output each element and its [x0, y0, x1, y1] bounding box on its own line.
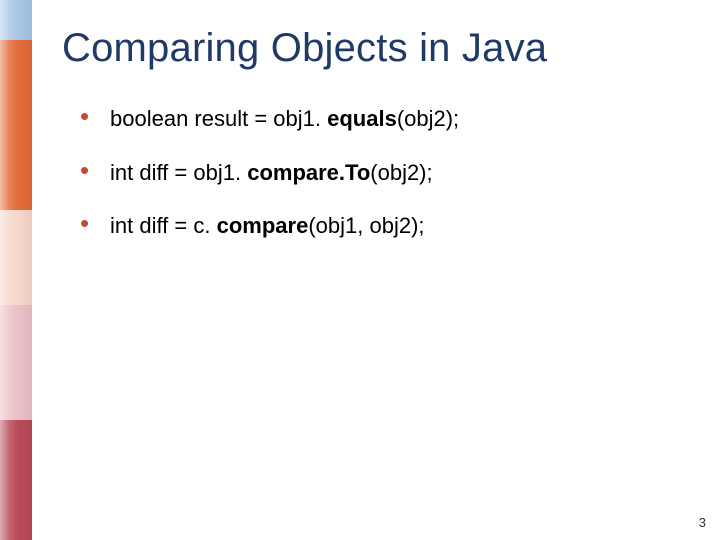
- bullet-text-pre: int diff = c.: [110, 213, 217, 238]
- decor-band: [0, 305, 32, 420]
- bullet-text-pre: int diff = obj1.: [110, 160, 247, 185]
- list-item: int diff = obj1. compare.To(obj2);: [74, 159, 690, 187]
- list-item: int diff = c. compare(obj1, obj2);: [74, 212, 690, 240]
- bullet-text-bold: equals: [327, 106, 397, 131]
- page-number: 3: [699, 515, 706, 530]
- bullet-text-post: (obj1, obj2);: [308, 213, 424, 238]
- bullet-text-pre: boolean result = obj1.: [110, 106, 327, 131]
- decorative-side-strip: [0, 0, 32, 540]
- slide-content: Comparing Objects in Java boolean result…: [62, 26, 690, 266]
- decor-band: [0, 420, 32, 540]
- decor-band: [0, 0, 32, 40]
- list-item: boolean result = obj1. equals(obj2);: [74, 105, 690, 133]
- bullet-text-post: (obj2);: [397, 106, 459, 131]
- bullet-text-bold: compare.To: [247, 160, 370, 185]
- slide-title: Comparing Objects in Java: [62, 26, 690, 71]
- bullet-text-post: (obj2);: [370, 160, 432, 185]
- bullet-text-bold: compare: [217, 213, 309, 238]
- bullet-list: boolean result = obj1. equals(obj2); int…: [74, 105, 690, 240]
- decor-band: [0, 40, 32, 210]
- decor-band: [0, 210, 32, 305]
